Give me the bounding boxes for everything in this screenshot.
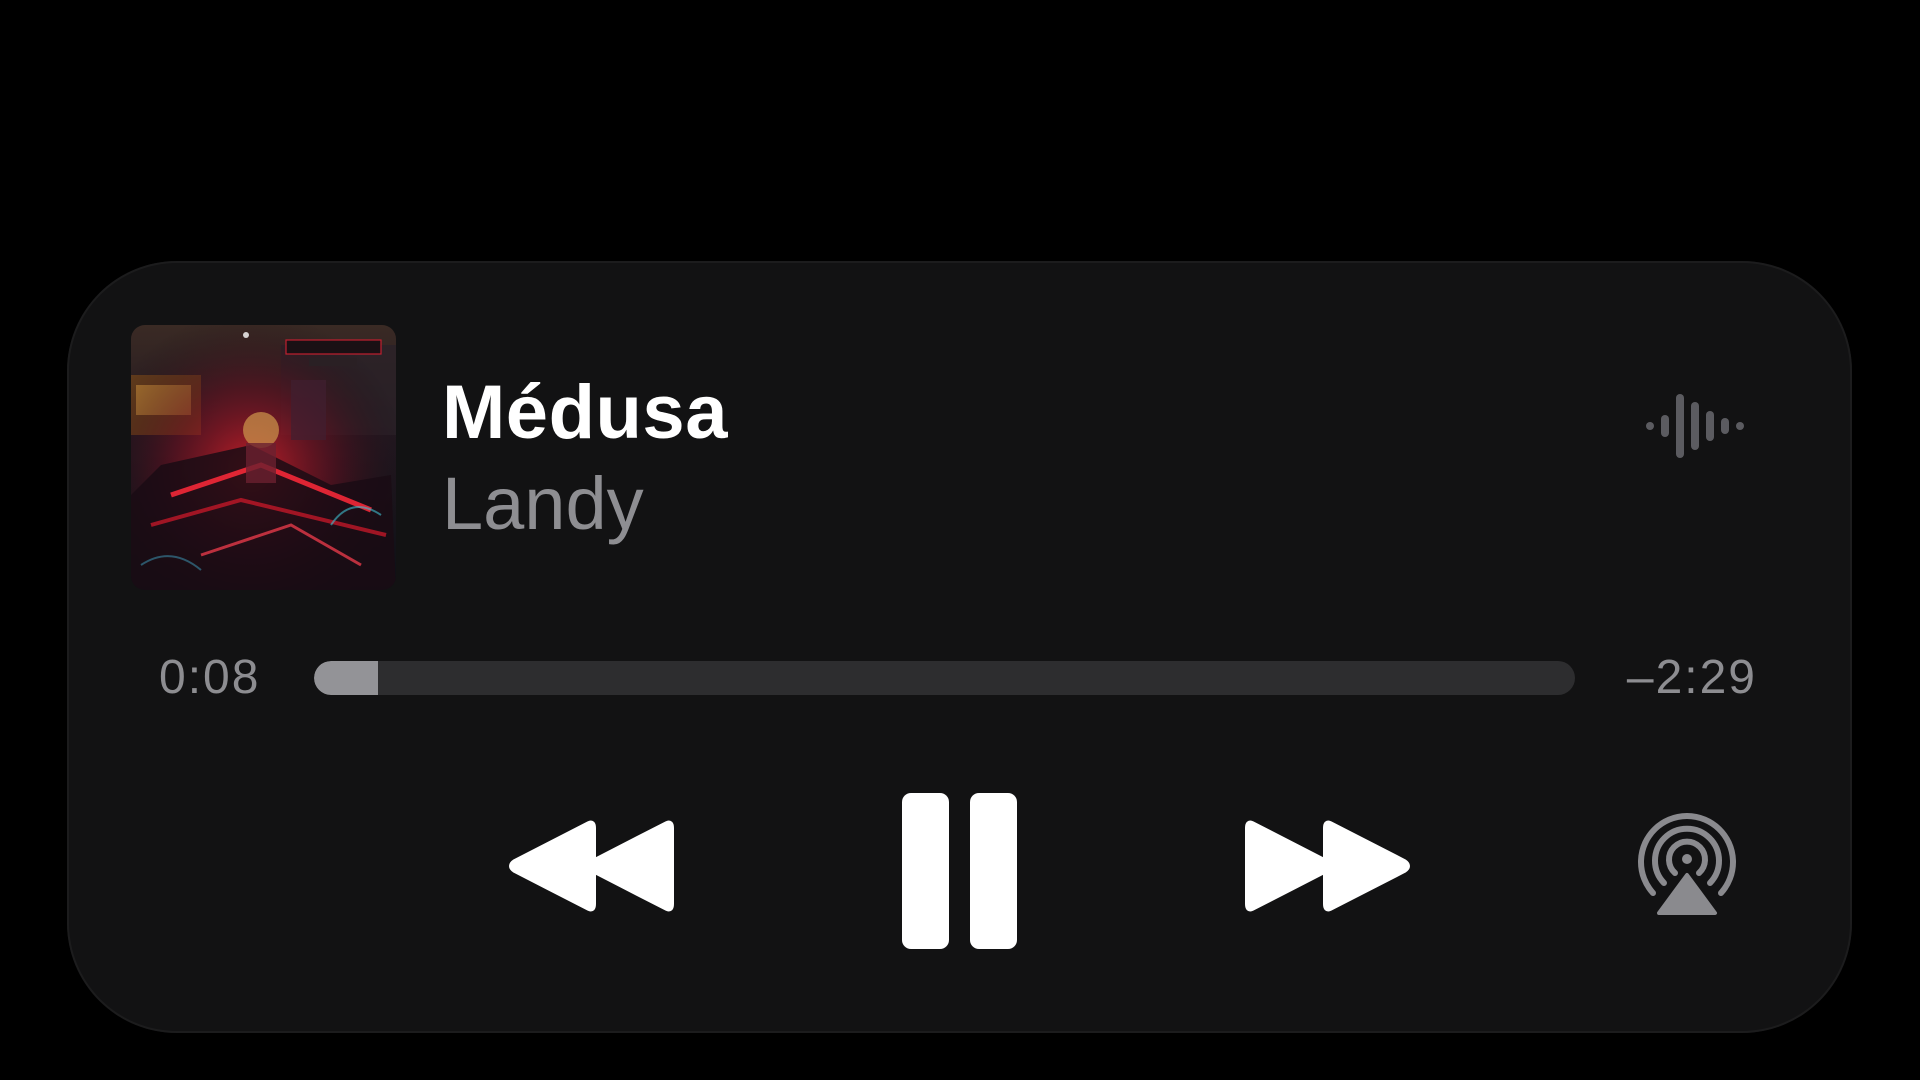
airplay-icon [1638,813,1736,915]
track-title: Médusa [442,370,728,455]
album-artwork[interactable] [131,325,396,590]
backward-icon [509,820,674,912]
audio-waveform-icon [1644,391,1744,461]
forward-icon [1245,820,1410,912]
elapsed-time: 0:08 [159,651,261,704]
now-playing-card: Médusa Landy 0:08 –2:29 [67,261,1852,1033]
track-artist[interactable]: Landy [442,461,644,546]
progress-scrubber[interactable] [314,661,1575,695]
pause-button[interactable] [897,791,1022,951]
progress-fill [314,661,379,695]
rewind-button[interactable] [507,816,677,916]
airplay-button[interactable] [1635,813,1739,917]
remaining-time: –2:29 [1626,651,1757,704]
pause-icon [902,793,1017,949]
fast-forward-button[interactable] [1242,816,1412,916]
